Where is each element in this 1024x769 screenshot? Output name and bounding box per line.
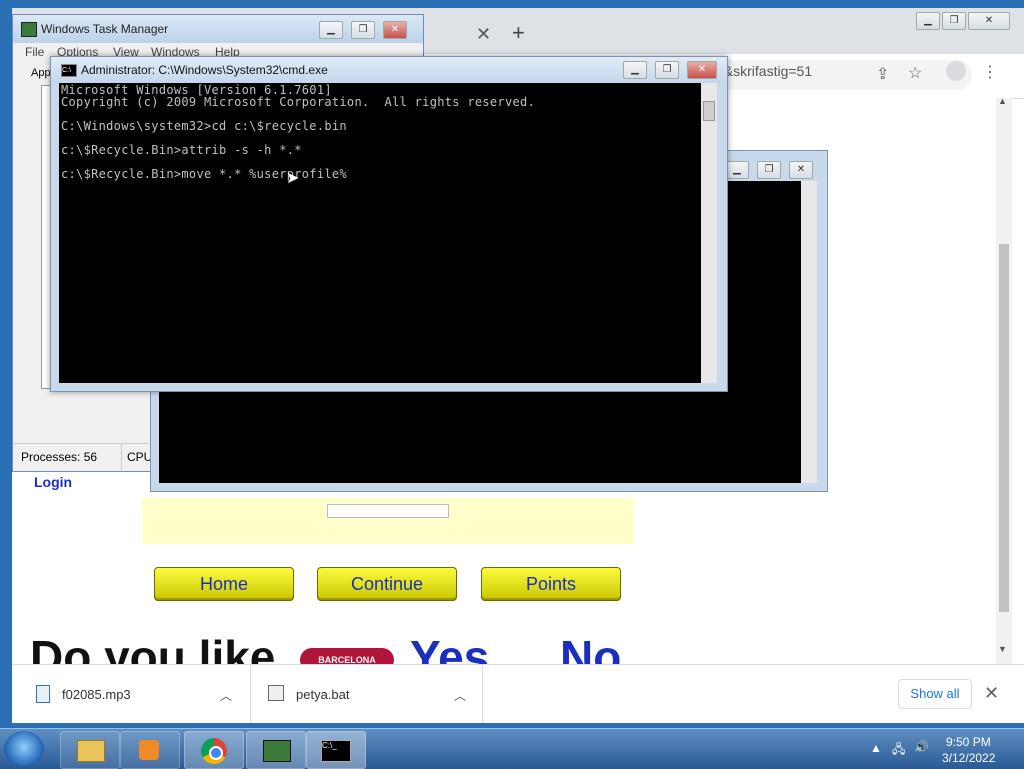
batch-file-icon xyxy=(268,685,284,701)
clock-time[interactable]: 9:50 PM xyxy=(946,735,991,749)
clock-date[interactable]: 3/12/2022 xyxy=(942,751,995,765)
divider xyxy=(121,444,122,470)
cmd-taskbar-button[interactable]: C:\_ xyxy=(306,731,366,769)
close-window-button[interactable]: ✕ xyxy=(383,21,407,39)
media-player-icon xyxy=(139,740,159,760)
cmd-icon: C:\ xyxy=(61,64,77,77)
cmd-icon: C:\_ xyxy=(321,740,351,762)
show-all-button[interactable]: Show all xyxy=(898,679,972,709)
yes-link[interactable]: Yes xyxy=(410,630,489,664)
bookmark-star-icon[interactable]: ☆ xyxy=(908,63,922,83)
close-icon[interactable]: ✕ xyxy=(984,683,999,704)
console-line: c:\$Recycle.Bin>attrib -s -h *.* xyxy=(61,143,302,157)
console-scrollbar[interactable] xyxy=(701,83,717,383)
scrollbar-thumb[interactable] xyxy=(703,101,715,121)
download-item[interactable]: petya.bat ︿ xyxy=(250,665,483,723)
team-logo[interactable]: BARCELONA xyxy=(300,648,394,664)
menu-kebab-icon[interactable]: ⋮ xyxy=(982,62,998,82)
title-bar[interactable]: C:\ Administrator: C:\Windows\System32\c… xyxy=(51,57,727,83)
minimize-button[interactable]: ▁ xyxy=(319,21,343,39)
cmd-window: C:\ Administrator: C:\Windows\System32\c… xyxy=(50,56,728,392)
broken-image xyxy=(327,504,449,518)
task-manager-icon xyxy=(21,22,37,37)
new-tab-button[interactable]: + xyxy=(512,20,525,46)
window-title: Windows Task Manager xyxy=(41,22,169,36)
profile-avatar[interactable] xyxy=(946,61,966,81)
process-count: Processes: 56 xyxy=(21,450,98,464)
question-text: Do you like xyxy=(30,631,276,664)
scroll-down-icon[interactable]: ▼ xyxy=(998,644,1007,654)
close-window-button[interactable]: ✕ xyxy=(789,161,813,179)
chevron-up-icon[interactable]: ︿ xyxy=(454,687,466,704)
chrome-icon-center xyxy=(209,746,223,760)
download-filename: petya.bat xyxy=(296,687,350,702)
download-bar: f02085.mp3 ︿ petya.bat ︿ Show all ✕ xyxy=(12,664,1024,723)
url-text[interactable]: n&skrifastig=51 xyxy=(716,63,812,79)
chevron-up-icon[interactable]: ︿ xyxy=(220,687,232,704)
home-button[interactable]: Home xyxy=(154,567,294,601)
console-line: c:\$Recycle.Bin>move *.* %userprofile% xyxy=(61,167,347,181)
login-link[interactable]: Login xyxy=(34,474,72,490)
maximize-button[interactable]: ❐ xyxy=(351,21,375,39)
close-window-button[interactable]: ✕ xyxy=(687,61,717,79)
task-manager-taskbar-button[interactable] xyxy=(246,731,306,769)
scrollbar-thumb[interactable] xyxy=(999,244,1009,612)
chrome-taskbar-button[interactable] xyxy=(184,731,244,769)
explorer-taskbar-button[interactable] xyxy=(60,731,120,769)
title-bar[interactable]: Windows Task Manager ▁ ❐ ✕ xyxy=(13,15,423,43)
maximize-button[interactable]: ❐ xyxy=(942,12,966,30)
window-title: Administrator: C:\Windows\System32\cmd.e… xyxy=(81,63,328,77)
network-icon[interactable]: 🖧 xyxy=(892,740,905,761)
menu-file[interactable]: File xyxy=(25,45,44,59)
cpu-usage: CPU xyxy=(127,450,153,464)
tab-applications[interactable]: App xyxy=(31,67,51,79)
console-scrollbar[interactable] xyxy=(801,181,817,483)
media-player-taskbar-button[interactable] xyxy=(120,731,180,769)
mouse-cursor: ➤ xyxy=(286,170,300,187)
minimize-button[interactable]: ▁ xyxy=(623,61,647,79)
minimize-button[interactable]: ▁ xyxy=(725,161,749,179)
volume-icon[interactable]: 🔊 xyxy=(914,740,929,754)
download-item[interactable]: f02085.mp3 ︿ xyxy=(12,665,251,723)
scroll-up-icon[interactable]: ▲ xyxy=(998,96,1007,106)
minimize-button[interactable]: ▁ xyxy=(916,12,940,30)
maximize-button[interactable]: ❐ xyxy=(655,61,679,79)
console-line: C:\Windows\system32>cd c:\$recycle.bin xyxy=(61,119,347,133)
close-tab-icon[interactable]: ✕ xyxy=(476,24,491,45)
no-link[interactable]: No xyxy=(560,630,621,664)
continue-button[interactable]: Continue xyxy=(317,567,457,601)
close-window-button[interactable]: ✕ xyxy=(968,12,1010,30)
show-hidden-icons-icon[interactable]: ▲ xyxy=(870,741,882,755)
share-icon[interactable]: ⇪ xyxy=(876,64,889,84)
audio-file-icon xyxy=(36,685,50,703)
folder-icon xyxy=(77,740,105,762)
points-button[interactable]: Points xyxy=(481,567,621,601)
start-button[interactable] xyxy=(4,731,44,767)
taskbar: C:\_ ▲ 🖧 🔊 9:50 PM 3/12/2022 xyxy=(0,728,1024,769)
console-line: Copyright (c) 2009 Microsoft Corporation… xyxy=(61,95,536,109)
download-filename: f02085.mp3 xyxy=(62,687,131,702)
task-manager-icon xyxy=(263,740,291,762)
maximize-button[interactable]: ❐ xyxy=(757,161,781,179)
console-output[interactable]: Microsoft Windows [Version 6.1.7601] Cop… xyxy=(59,83,701,383)
